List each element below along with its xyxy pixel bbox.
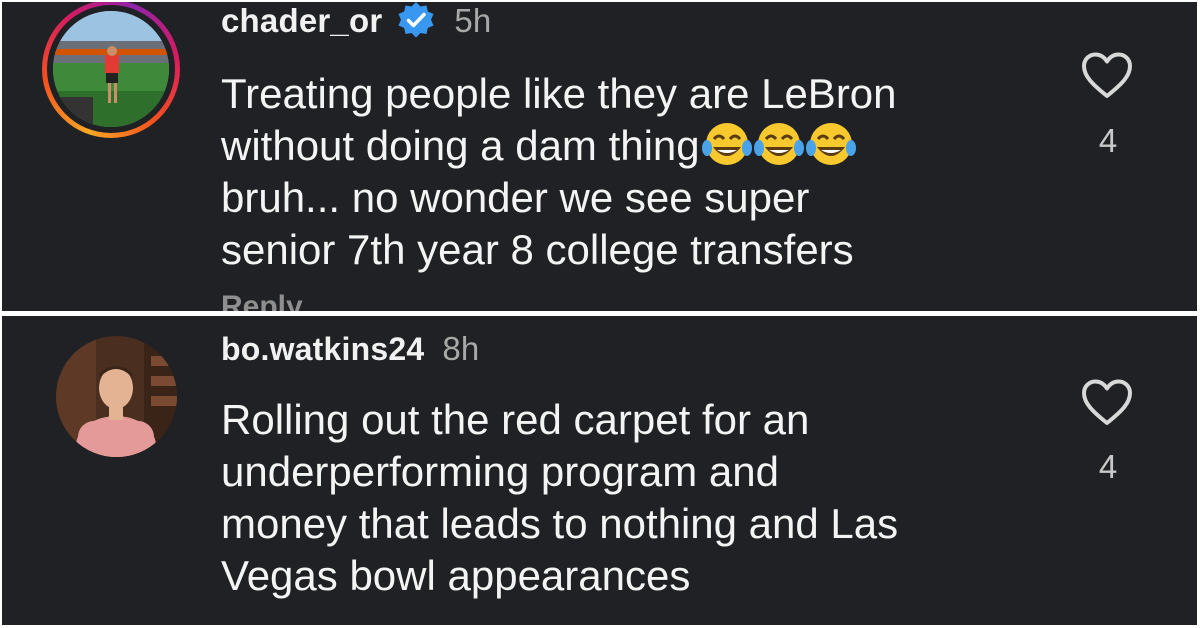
avatar[interactable]: [56, 336, 177, 457]
comment-line: Treating people like they are LeBron: [221, 70, 897, 117]
face-with-tears-of-joy-icon: [701, 122, 752, 168]
comment-card-1: chader_or 5h Treating people like they ar…: [2, 2, 1197, 311]
heart-outline-icon[interactable]: [1080, 378, 1134, 428]
reply-button[interactable]: Reply: [221, 290, 303, 311]
username[interactable]: bo.watkins24: [221, 331, 424, 367]
verified-badge-icon: [396, 2, 436, 40]
timestamp: 5h: [454, 2, 492, 39]
like-count: 4: [1098, 122, 1118, 159]
comment-header: chader_or 5h: [221, 2, 491, 40]
comment-line: Rolling out the red carpet for an: [221, 396, 810, 443]
like-count: 4: [1098, 448, 1118, 485]
comment-line: Vegas bowl appearances: [221, 552, 691, 599]
avatar[interactable]: [53, 11, 169, 127]
comment-card-2: bo.watkins24 8h Rolling out the red carpe…: [2, 316, 1197, 625]
comment-text: Treating people like they are LeBron wit…: [221, 68, 1041, 276]
face-with-tears-of-joy-icon: [753, 122, 804, 168]
username[interactable]: chader_or: [221, 2, 382, 39]
comment-line: without doing a dam thing: [221, 120, 1041, 172]
comment-line: underperforming program and: [221, 448, 779, 495]
heart-outline-icon[interactable]: [1080, 51, 1134, 101]
comment-line: senior 7th year 8 college transfers: [221, 226, 854, 273]
face-with-tears-of-joy-icon: [805, 122, 856, 168]
comment-text: Rolling out the red carpet for an underp…: [221, 394, 1041, 602]
timestamp: 8h: [442, 330, 480, 367]
comment-line-text: without doing a dam thing: [221, 122, 700, 169]
comment-line: money that leads to nothing and Las: [221, 500, 899, 547]
comment-line: bruh... no wonder we see super: [221, 174, 810, 221]
comment-header: bo.watkins24 8h: [221, 330, 479, 368]
